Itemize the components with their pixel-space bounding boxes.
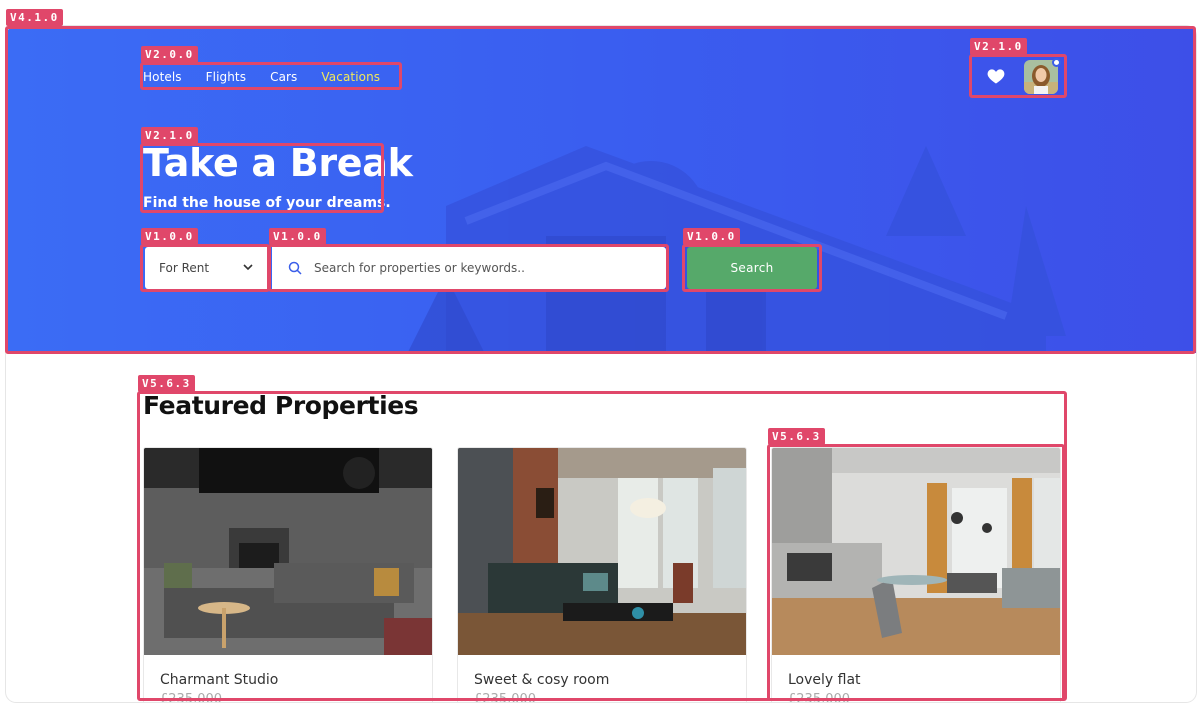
listing-type-select[interactable]: For Rent — [145, 247, 269, 289]
property-card[interactable]: Sweet & cosy room £235,000 — [457, 447, 747, 702]
hero-subtitle: Find the house of your dreams. — [143, 195, 391, 211]
property-name: Charmant Studio — [160, 672, 279, 688]
hero-section: Hotels Flights Cars Vacations Take a Bre… — [6, 26, 1196, 353]
hero-title: Take a Break — [143, 141, 413, 185]
nav-item-flights[interactable]: Flights — [206, 70, 246, 84]
card-annotation-tag: V5.6.3 — [768, 428, 825, 445]
property-card[interactable]: Charmant Studio £235,000 — [143, 447, 433, 702]
property-price: £235,000 — [474, 692, 537, 702]
search-icon — [288, 261, 302, 275]
nav-annotation-tag: V2.0.0 — [141, 46, 198, 63]
button-annotation-tag: V1.0.0 — [683, 228, 740, 245]
property-price: £235,000 — [788, 692, 851, 702]
select-annotation-tag: V1.0.0 — [141, 228, 198, 245]
nav-item-vacations[interactable]: Vacations — [321, 70, 380, 84]
search-field — [272, 247, 666, 289]
property-price: £235,000 — [160, 692, 223, 702]
nav-item-hotels[interactable]: Hotels — [143, 70, 182, 84]
property-image — [144, 448, 432, 655]
nav-item-cars[interactable]: Cars — [270, 70, 297, 84]
search-input[interactable] — [314, 261, 634, 275]
featured-annotation-tag: V5.6.3 — [138, 375, 195, 392]
user-annotation-tag: V2.1.0 — [970, 38, 1027, 55]
property-image — [772, 448, 1060, 655]
search-button[interactable]: Search — [687, 247, 817, 289]
search-annotation-tag: V1.0.0 — [269, 228, 326, 245]
property-name: Lovely flat — [788, 672, 861, 688]
hero-text-annotation-tag: V2.1.0 — [141, 127, 198, 144]
heart-icon[interactable] — [986, 66, 1006, 86]
property-name: Sweet & cosy room — [474, 672, 610, 688]
status-dot — [1052, 58, 1061, 67]
user-area — [974, 58, 1062, 94]
house-illustration — [407, 146, 1066, 353]
main-nav: Hotels Flights Cars Vacations — [143, 66, 404, 88]
property-image — [458, 448, 746, 655]
featured-title: Featured Properties — [143, 391, 419, 420]
page-annotation-tag: V4.1.0 — [6, 9, 63, 26]
chevron-down-icon — [243, 264, 253, 271]
property-card[interactable]: Lovely flat £235,000 — [771, 447, 1061, 702]
listing-type-value: For Rent — [159, 261, 210, 275]
